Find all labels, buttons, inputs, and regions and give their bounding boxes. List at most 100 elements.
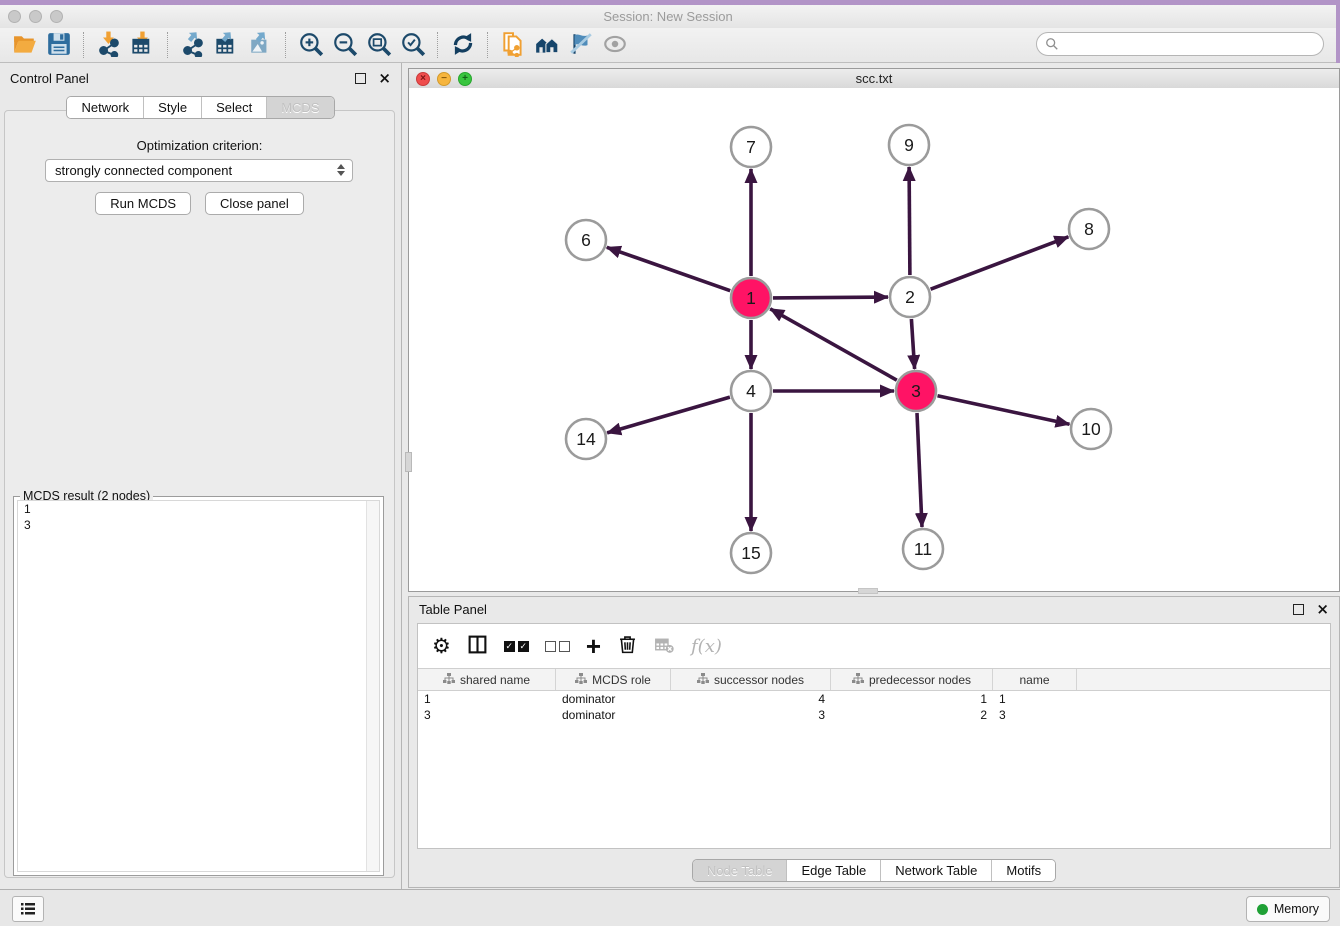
column-header-successor-nodes[interactable]: successor nodes [671, 669, 831, 690]
add-column-button[interactable]: + [586, 633, 601, 659]
table-panel: Table Panel ⨯ ⚙✓✓+f(x) shared nameMCDS r… [408, 596, 1340, 888]
mcds-tab-content: Optimization criterion: strongly connect… [4, 110, 395, 878]
svg-text:14: 14 [576, 429, 596, 449]
export-table-button[interactable] [210, 30, 244, 60]
show-cytopanel-button[interactable] [12, 896, 44, 922]
control-panel-tab-mcds[interactable]: MCDS [266, 97, 333, 118]
zoom-selected-button[interactable] [396, 30, 430, 60]
workspace: × − + scc.txt 7968124314101511 Table Pan… [402, 63, 1340, 890]
function-builder-button[interactable]: f(x) [691, 636, 722, 657]
control-panel-tab-select[interactable]: Select [201, 97, 266, 118]
graph-node-8[interactable]: 8 [1069, 209, 1109, 249]
edge-3-11 [917, 413, 922, 527]
open-session-button[interactable] [8, 30, 42, 60]
table-panel-tab-node-table[interactable]: Node Table [693, 860, 787, 881]
table-float-panel-icon[interactable] [1293, 604, 1304, 615]
export-image-button[interactable] [244, 30, 278, 60]
search-input[interactable] [1059, 34, 1323, 54]
plus-icon: + [586, 633, 601, 659]
main-toolbar [0, 28, 1336, 63]
table-cell: 3 [418, 707, 556, 723]
table-settings-button[interactable]: ⚙ [432, 636, 451, 657]
graph-node-11[interactable]: 11 [903, 529, 943, 569]
table-panel-tab-network-table[interactable]: Network Table [880, 860, 991, 881]
deselect-all-button[interactable] [545, 641, 570, 652]
graph-node-3[interactable]: 3 [896, 371, 936, 411]
graph-node-7[interactable]: 7 [731, 127, 771, 167]
select-all-button[interactable]: ✓✓ [504, 641, 529, 652]
memory-button[interactable]: Memory [1246, 896, 1330, 922]
splitter-handle-left[interactable] [405, 452, 412, 472]
save-session-button[interactable] [42, 30, 76, 60]
mcds-result-textarea[interactable]: 13 [17, 500, 380, 872]
column-header-MCDS-role[interactable]: MCDS role [556, 669, 671, 690]
run-mcds-button[interactable]: Run MCDS [95, 192, 191, 215]
toolbar-separator [83, 32, 85, 58]
eye-icon [602, 31, 628, 60]
table-panel-tab-edge-table[interactable]: Edge Table [786, 860, 880, 881]
control-panel-tab-network[interactable]: Network [67, 97, 143, 118]
zoom-out-icon [332, 31, 358, 60]
graph-node-1[interactable]: 1 [731, 278, 771, 318]
graph-node-2[interactable]: 2 [890, 277, 930, 317]
float-panel-icon[interactable] [355, 73, 366, 84]
graph-node-15[interactable]: 15 [731, 533, 771, 573]
delete-table-button[interactable] [654, 634, 675, 658]
optimization-criterion-label: Optimization criterion: [5, 138, 394, 153]
close-panel-icon[interactable]: ⨯ [378, 74, 391, 83]
graph-node-14[interactable]: 14 [566, 419, 606, 459]
optimization-criterion-dropdown[interactable]: strongly connected component [45, 159, 353, 182]
export-table-icon [214, 31, 240, 60]
table-cell: 1 [993, 691, 1077, 707]
network-canvas[interactable]: 7 9 6 8 1 2 4 3 14 10 15 11 [409, 88, 1339, 591]
clone-network-button[interactable] [496, 30, 530, 60]
table-cell: 1 [418, 691, 556, 707]
close-panel-button[interactable]: Close panel [205, 192, 304, 215]
export-network-button[interactable] [176, 30, 210, 60]
edge-3-10 [938, 396, 1070, 425]
tree-icon [852, 673, 864, 687]
control-panel-title: Control Panel [10, 71, 355, 86]
app-title: Session: New Session [0, 9, 1336, 24]
import-network-button[interactable] [92, 30, 126, 60]
toggle-panel-mode-button[interactable] [467, 634, 488, 658]
table-panel-tab-motifs[interactable]: Motifs [991, 860, 1055, 881]
svg-text:10: 10 [1081, 419, 1101, 439]
control-panel-tab-style[interactable]: Style [143, 97, 201, 118]
bird-eye-view-button[interactable] [598, 30, 632, 60]
graph-node-4[interactable]: 4 [731, 371, 771, 411]
table-row[interactable]: 3dominator323 [418, 707, 1330, 723]
table-close-panel-icon[interactable]: ⨯ [1316, 605, 1329, 614]
show-graphics-details-button[interactable] [564, 30, 598, 60]
control-panel-header: Control Panel ⨯ [0, 63, 401, 93]
delete-column-button[interactable] [617, 634, 638, 658]
table-row[interactable]: 1dominator411 [418, 691, 1330, 707]
toolbar-separator [167, 32, 169, 58]
graph-node-10[interactable]: 10 [1071, 409, 1111, 449]
zoom-selected-icon [400, 31, 426, 60]
edge-4-14 [607, 397, 730, 433]
dropdown-value: strongly connected component [55, 163, 232, 178]
edge-2-8 [931, 237, 1069, 289]
zoom-fit-button[interactable] [362, 30, 396, 60]
column-header-shared-name[interactable]: shared name [418, 669, 556, 690]
folder-open-icon [12, 31, 38, 60]
export-image-icon [248, 31, 274, 60]
graph-node-9[interactable]: 9 [889, 125, 929, 165]
zoom-out-button[interactable] [328, 30, 362, 60]
import-table-button[interactable] [126, 30, 160, 60]
memory-label: Memory [1274, 902, 1319, 916]
table-cell: 2 [831, 707, 993, 723]
column-header-predecessor-nodes[interactable]: predecessor nodes [831, 669, 993, 690]
search-box[interactable] [1036, 32, 1324, 56]
column-header-name[interactable]: name [993, 669, 1077, 690]
toolbar-separator [437, 32, 439, 58]
first-neighbors-button[interactable] [530, 30, 564, 60]
result-scrollbar[interactable] [366, 501, 379, 871]
table-delete-icon [654, 634, 675, 658]
import-network-icon [96, 31, 122, 60]
apply-layout-button[interactable] [446, 30, 480, 60]
graph-node-6[interactable]: 6 [566, 220, 606, 260]
splitter-handle-bottom[interactable] [858, 588, 878, 594]
zoom-in-button[interactable] [294, 30, 328, 60]
